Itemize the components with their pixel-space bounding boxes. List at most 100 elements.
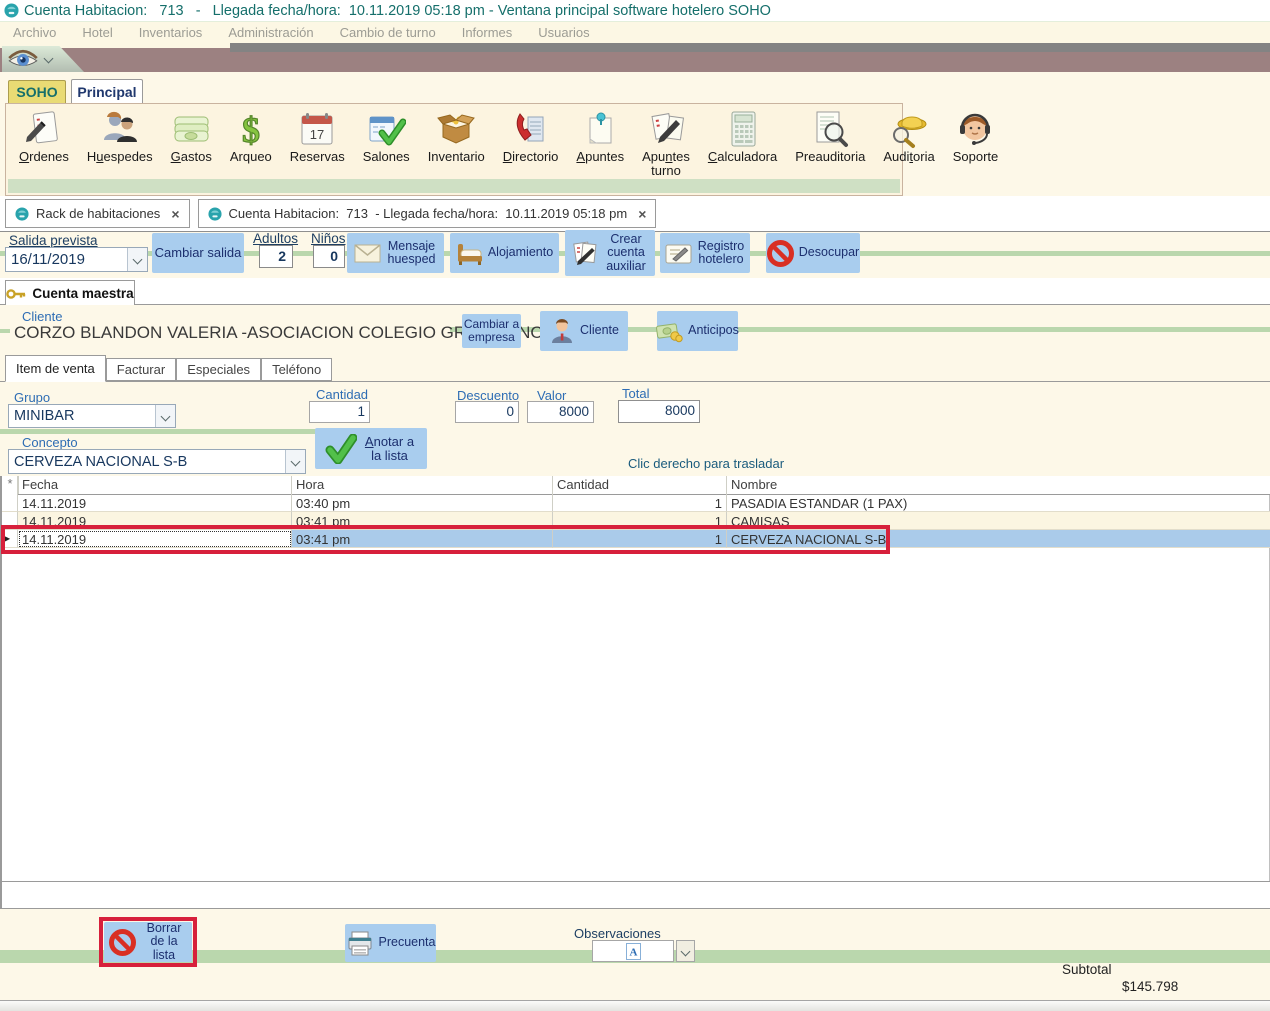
desocupar-button[interactable]: Desocupar: [766, 233, 860, 273]
menu-item-archivo[interactable]: Archivo: [0, 22, 69, 44]
precuenta-button[interactable]: Precuenta: [345, 924, 436, 962]
toolbar-item-salones[interactable]: Salones: [354, 107, 419, 166]
tab-dot-icon: [208, 207, 222, 221]
cell-fecha[interactable]: 14.11.2019: [18, 530, 292, 548]
toolbar-item-calculadora[interactable]: Calculadora: [699, 107, 786, 166]
cuenta-maestra-label: Cuenta maestra: [32, 286, 133, 301]
anticipos-button[interactable]: Anticipos: [657, 311, 738, 351]
column-divider: [552, 476, 553, 494]
toolbar-item-soporte[interactable]: Soporte: [944, 107, 1008, 166]
toolbar-item-label: Soporte: [953, 150, 999, 164]
tab-soho[interactable]: SOHO: [8, 80, 66, 103]
observaciones-field[interactable]: A: [592, 940, 674, 962]
guests-icon: [100, 109, 140, 149]
tab-cuenta-maestra[interactable]: Cuenta maestra: [5, 280, 135, 306]
menu-item-administraci-n[interactable]: Administración: [215, 22, 326, 44]
close-icon[interactable]: ×: [638, 206, 646, 222]
column-header-nombre[interactable]: Nombre: [731, 477, 777, 492]
cambiar-salida-button[interactable]: Cambiar salida: [152, 233, 244, 273]
table-row[interactable]: 14.11.201903:41 pm1CAMISAS: [2, 512, 1270, 530]
tab-principal[interactable]: Principal: [71, 79, 143, 103]
concepto-select[interactable]: CERVEZA NACIONAL S-B: [8, 449, 306, 474]
bed-icon: [456, 241, 483, 266]
descuento-field[interactable]: 0: [455, 401, 519, 423]
cell-cantidad[interactable]: 1: [553, 530, 727, 548]
tab-item-de-venta[interactable]: Item de venta: [5, 355, 106, 382]
column-header-fecha[interactable]: Fecha: [22, 477, 58, 492]
toolbar-item-inventario[interactable]: Inventario: [419, 107, 494, 166]
concepto-dropdown-arrow[interactable]: [285, 450, 305, 473]
cell-cantidad[interactable]: 1: [553, 512, 727, 530]
toolbar-item-label: Preauditoria: [795, 150, 865, 164]
salida-prevista-select[interactable]: 16/11/2019: [5, 247, 148, 272]
crear-cuenta-auxiliar-label: Crear cuenta auxiliar: [604, 233, 648, 274]
table-row[interactable]: 14.11.201903:40 pm1PASADIA ESTANDAR (1 P…: [2, 494, 1270, 512]
ninos-field[interactable]: 0: [313, 245, 345, 268]
document-tab-rack-de-habitaciones[interactable]: Rack de habitaciones ×: [5, 199, 190, 228]
toolbar-item-arqueo[interactable]: $Arqueo: [221, 107, 281, 166]
form-pen-icon: [665, 240, 692, 267]
tab-tel-fono[interactable]: Teléfono: [261, 358, 332, 381]
grupo-select[interactable]: MINIBAR: [8, 404, 176, 428]
toolbar-item-label: Huespedes: [87, 150, 153, 164]
no-entry-icon: [109, 929, 136, 956]
toolbar-item-huespedes[interactable]: Huespedes: [78, 107, 162, 166]
cambiar-a-empresa-button[interactable]: Cambiar a empresa: [462, 314, 521, 348]
tab-facturar[interactable]: Facturar: [106, 358, 176, 381]
tab-especiales[interactable]: Especiales: [176, 358, 261, 381]
table-header: *FechaHoraCantidadNombre: [2, 476, 1270, 495]
menu-item-inventarios[interactable]: Inventarios: [126, 22, 216, 44]
borrar-label: Borrar de la lista: [141, 922, 187, 963]
document-tab-cuenta-habitacion-713-llegada-[interactable]: Cuenta Habitacion: 713 - Llegada fecha/h…: [198, 199, 657, 228]
toolbar-item-directorio[interactable]: Directorio: [494, 107, 568, 166]
cell-nombre[interactable]: CAMISAS: [727, 512, 1270, 530]
borrar-de-la-lista-button[interactable]: Borrar de la lista: [104, 922, 192, 962]
crear-cuenta-auxiliar-button[interactable]: Crear cuenta auxiliar: [565, 230, 655, 276]
eye-icon[interactable]: [7, 48, 39, 70]
key-icon: [6, 285, 26, 303]
valor-field[interactable]: 8000: [527, 401, 594, 423]
svg-text:A: A: [629, 946, 637, 958]
observaciones-dropdown-arrow[interactable]: [676, 940, 695, 962]
toolbar-item-preauditoria[interactable]: Preauditoria: [786, 107, 874, 166]
column-header-cantidad[interactable]: Cantidad: [557, 477, 609, 492]
alojamiento-button[interactable]: Alojamiento: [450, 233, 559, 273]
a-document-icon: A: [626, 943, 641, 960]
orders-icon: [24, 109, 64, 149]
toolbar-item-ordenes[interactable]: Ordenes: [10, 107, 78, 166]
cell-cantidad[interactable]: 1: [553, 494, 727, 512]
cell-hora[interactable]: 03:41 pm: [292, 530, 553, 548]
adultos-field[interactable]: 2: [259, 245, 293, 268]
mensaje-huesped-button[interactable]: Mensaje huesped: [347, 233, 444, 273]
grupo-dropdown-arrow[interactable]: [155, 405, 175, 427]
doc-magnifier-icon: [810, 109, 850, 149]
toolbar-item-apuntes-turno[interactable]: Apuntes turno: [633, 107, 699, 180]
cell-hora[interactable]: 03:40 pm: [292, 494, 553, 512]
headset-icon: [955, 109, 995, 149]
document-tab-label: Rack de habitaciones: [36, 206, 160, 221]
grupo-label: Grupo: [14, 390, 50, 405]
menu-item-informes[interactable]: Informes: [449, 22, 526, 44]
salida-dropdown-arrow[interactable]: [127, 248, 147, 271]
cantidad-field[interactable]: 1: [309, 401, 370, 423]
toolbar-item-reservas[interactable]: 17Reservas: [281, 107, 354, 166]
cell-fecha[interactable]: 14.11.2019: [18, 512, 292, 530]
toolbar-item-auditoria[interactable]: Auditoria: [874, 107, 943, 166]
table-row-selected[interactable]: ▶14.11.201903:41 pm1CERVEZA NACIONAL S-B: [2, 530, 1270, 548]
menu-item-usuarios[interactable]: Usuarios: [525, 22, 602, 44]
registro-hotelero-button[interactable]: Registro hotelero: [660, 233, 750, 273]
anotar-a-la-lista-button[interactable]: Anotar a la lista: [315, 428, 427, 469]
column-header-hora[interactable]: Hora: [296, 477, 324, 492]
cliente-button[interactable]: Cliente: [540, 311, 628, 351]
close-icon[interactable]: ×: [171, 206, 179, 222]
cell-fecha[interactable]: 14.11.2019: [18, 494, 292, 512]
cell-hora[interactable]: 03:41 pm: [292, 512, 553, 530]
menu-item-cambio-de-turno[interactable]: Cambio de turno: [327, 22, 449, 44]
toolbar-item-gastos[interactable]: Gastos: [162, 107, 221, 166]
concepto-value: CERVEZA NACIONAL S-B: [14, 454, 187, 470]
toolbar-item-apuntes[interactable]: Apuntes: [567, 107, 633, 166]
cell-nombre[interactable]: CERVEZA NACIONAL S-B: [727, 530, 1270, 548]
chevron-down-icon[interactable]: [44, 53, 54, 63]
menu-item-hotel[interactable]: Hotel: [69, 22, 125, 44]
cell-nombre[interactable]: PASADIA ESTANDAR (1 PAX): [727, 494, 1270, 512]
